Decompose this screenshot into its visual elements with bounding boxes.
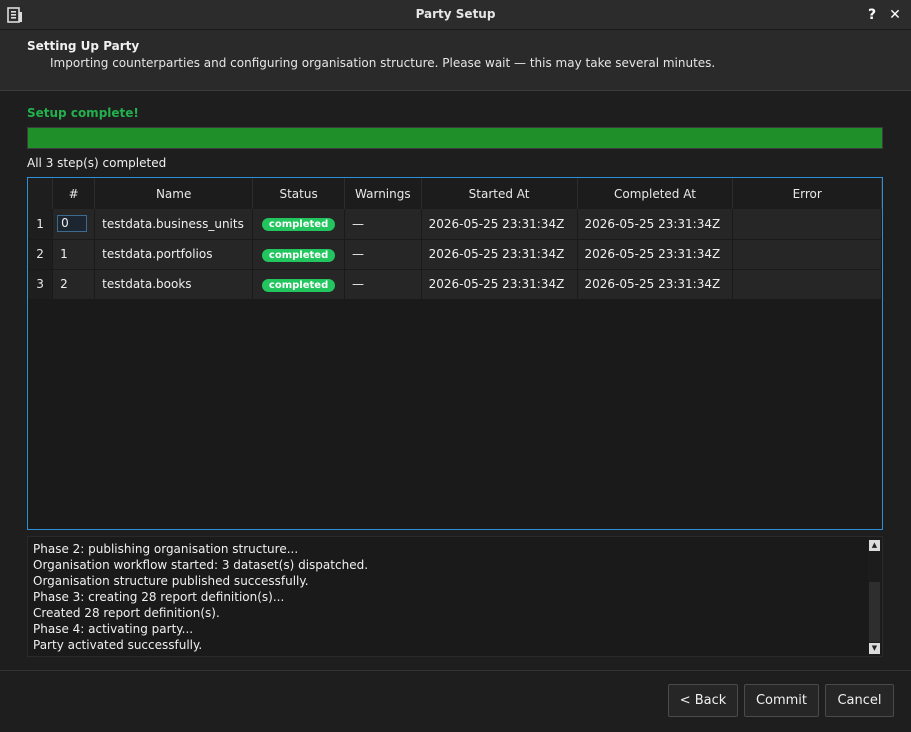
warnings-cell[interactable]: — <box>344 239 422 270</box>
log-scrollbar[interactable]: ▲ ▼ <box>868 538 881 655</box>
completed-at-cell[interactable]: 2026-05-25 23:31:34Z <box>577 239 734 270</box>
status-badge: completed <box>261 218 336 232</box>
started-at-cell[interactable]: 2026-05-25 23:31:34Z <box>421 239 578 270</box>
warnings-cell[interactable]: — <box>344 269 422 300</box>
help-button[interactable]: ? <box>862 5 882 25</box>
log-line: Party activated successfully. <box>33 638 203 652</box>
page-subtitle: Importing counterparties and configuring… <box>50 56 716 70</box>
wizard-header: Setting Up Party Importing counterpartie… <box>0 30 911 91</box>
window-title: Party Setup <box>415 7 496 21</box>
table-row[interactable]: 1 0 testdata.business_units completed — … <box>28 209 882 240</box>
error-cell[interactable] <box>732 269 882 300</box>
log-line: Organisation workflow started: 3 dataset… <box>33 558 369 572</box>
table-corner[interactable] <box>28 178 54 209</box>
warnings-cell[interactable]: — <box>344 209 422 240</box>
scroll-down-icon[interactable]: ▼ <box>869 643 880 654</box>
status-cell[interactable]: completed <box>252 269 346 300</box>
name-cell[interactable]: testdata.books <box>94 269 254 300</box>
scroll-up-icon[interactable]: ▲ <box>869 540 880 551</box>
title-bar: Party Setup ? ✕ <box>0 0 911 30</box>
log-line: Phase 3: creating 28 report definition(s… <box>33 590 285 604</box>
page-title: Setting Up Party <box>27 39 140 53</box>
column-header-name[interactable]: Name <box>94 178 254 209</box>
column-header-warnings[interactable]: Warnings <box>344 178 422 209</box>
status-badge: completed <box>261 248 336 262</box>
scroll-thumb[interactable] <box>869 582 880 642</box>
index-cell[interactable]: 0 <box>52 209 96 240</box>
cancel-button[interactable]: Cancel <box>825 684 894 717</box>
column-header-index[interactable]: # <box>52 178 96 209</box>
row-number[interactable]: 3 <box>28 269 54 300</box>
steps-table[interactable]: # Name Status Warnings Started At Comple… <box>27 177 883 530</box>
column-header-started-at[interactable]: Started At <box>421 178 578 209</box>
column-header-error[interactable]: Error <box>732 178 882 209</box>
status-cell[interactable]: completed <box>252 209 346 240</box>
log-output[interactable]: Phase 2: publishing organisation structu… <box>27 536 883 657</box>
commit-button[interactable]: Commit <box>744 684 819 717</box>
table-row[interactable]: 3 2 testdata.books completed — 2026-05-2… <box>28 269 882 300</box>
error-cell[interactable] <box>732 209 882 240</box>
index-cell[interactable]: 1 <box>52 239 96 270</box>
status-cell[interactable]: completed <box>252 239 346 270</box>
table-header-row: # Name Status Warnings Started At Comple… <box>28 178 882 209</box>
column-header-completed-at[interactable]: Completed At <box>577 178 734 209</box>
status-label: Setup complete! <box>27 106 139 120</box>
completed-at-cell[interactable]: 2026-05-25 23:31:34Z <box>577 269 734 300</box>
table-row[interactable]: 2 1 testdata.portfolios completed — 2026… <box>28 239 882 270</box>
row-number[interactable]: 1 <box>28 209 54 240</box>
log-line: Organisation structure published success… <box>33 574 309 588</box>
index-cell[interactable]: 2 <box>52 269 96 300</box>
column-header-status[interactable]: Status <box>252 178 346 209</box>
index-cell-editor[interactable]: 0 <box>57 215 88 233</box>
log-line: Phase 2: publishing organisation structu… <box>33 542 299 556</box>
back-button[interactable]: < Back <box>668 684 738 717</box>
started-at-cell[interactable]: 2026-05-25 23:31:34Z <box>421 209 578 240</box>
log-line: Phase 4: activating party... <box>33 622 194 636</box>
started-at-cell[interactable]: 2026-05-25 23:31:34Z <box>421 269 578 300</box>
steps-summary: All 3 step(s) completed <box>27 156 167 170</box>
close-button[interactable]: ✕ <box>885 5 905 25</box>
progress-fill <box>28 128 882 148</box>
name-cell[interactable]: testdata.business_units <box>94 209 254 240</box>
log-lines: Phase 2: publishing organisation structu… <box>33 537 863 656</box>
row-number[interactable]: 2 <box>28 239 54 270</box>
footer-divider <box>0 670 911 671</box>
progress-bar <box>27 127 883 149</box>
completed-at-cell[interactable]: 2026-05-25 23:31:34Z <box>577 209 734 240</box>
error-cell[interactable] <box>732 239 882 270</box>
status-badge: completed <box>261 278 336 292</box>
name-cell[interactable]: testdata.portfolios <box>94 239 254 270</box>
log-line: Created 28 report definition(s). <box>33 606 220 620</box>
